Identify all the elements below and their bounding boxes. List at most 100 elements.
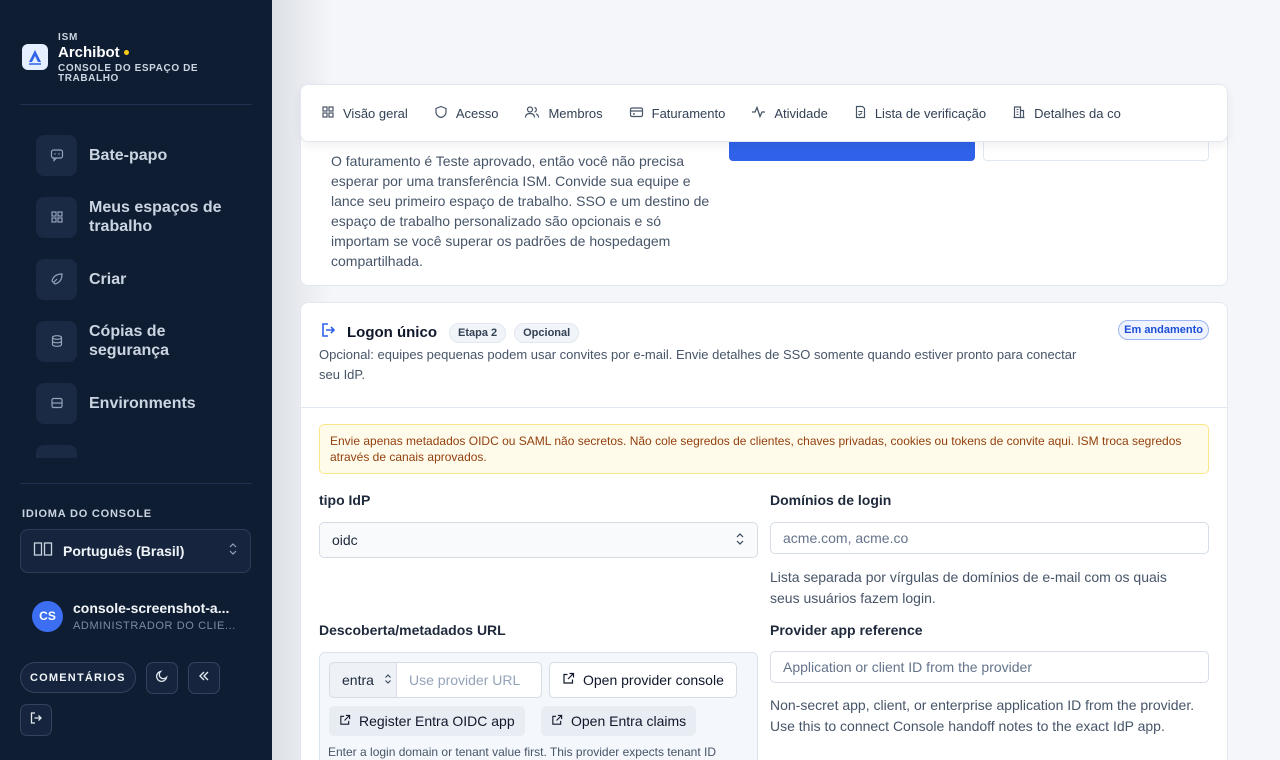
- sidebar-nav: Bate-papo Meus espaços de trabalho Criar…: [20, 124, 252, 458]
- discovery-url-input[interactable]: Use provider URL: [396, 662, 542, 698]
- tab-label: Detalhes da co: [1034, 105, 1121, 121]
- brand-eyebrow: ISM: [58, 32, 79, 43]
- external-link-icon: [562, 672, 575, 688]
- button-label: Open provider console: [583, 672, 724, 688]
- server-icon: [36, 382, 77, 424]
- credit-card-icon: [629, 105, 644, 122]
- discovery-url-group: entra Use provider URL Open provider con…: [319, 652, 758, 760]
- status-dot-icon: [123, 50, 129, 55]
- optional-chip: Opcional: [514, 322, 580, 343]
- tab-checklist[interactable]: Lista de verificação: [854, 105, 986, 122]
- tab-billing[interactable]: Faturamento: [629, 105, 726, 122]
- sso-card: Logon único Etapa 2 Opcional Em andament…: [300, 302, 1228, 760]
- sidebar-divider: [20, 104, 252, 105]
- tab-overview[interactable]: Visão geral: [321, 105, 408, 122]
- sidebar-item-label: Criar: [89, 270, 127, 288]
- login-domains-help: Lista separada por vírgulas de domínios …: [770, 569, 1167, 606]
- archibot-logo-icon: [22, 44, 48, 70]
- login-domains-label: Domínios de login: [770, 492, 892, 508]
- tab-activity[interactable]: Atividade: [751, 105, 828, 122]
- open-provider-console-button[interactable]: Open provider console: [549, 662, 737, 698]
- feedback-button[interactable]: COMENTÁRIOS: [20, 662, 136, 693]
- sidebar-item-chat[interactable]: Bate-papo: [20, 124, 252, 186]
- status-badge: Em andamento: [1118, 320, 1209, 340]
- provider-app-label: Provider app reference: [770, 622, 923, 638]
- more-icon: [36, 444, 77, 458]
- sidebar-item-label: Bate-papo: [89, 146, 168, 164]
- overview-icon: [321, 105, 335, 122]
- chevrons-left-icon: [197, 669, 211, 688]
- sidebar-item-label: Cópias de segurança: [89, 323, 170, 359]
- tab-label: Lista de verificação: [874, 105, 987, 121]
- logout-button[interactable]: [20, 704, 52, 736]
- tab-access[interactable]: Acesso: [434, 105, 499, 122]
- language-select[interactable]: Português (Brasil): [20, 529, 251, 573]
- button-label: Open Entra claims: [571, 713, 687, 729]
- language-value: Português (Brasil): [63, 543, 185, 559]
- brand-name: Archibot: [58, 44, 120, 61]
- grid-icon: [36, 196, 77, 238]
- chat-icon: [36, 134, 77, 176]
- collapse-sidebar-button[interactable]: [187, 662, 220, 694]
- sidebar-item-environments[interactable]: Environments: [20, 372, 252, 434]
- provider-select[interactable]: entra: [329, 662, 397, 698]
- sidebar-item-label: Meus espaços de trabalho: [89, 199, 222, 235]
- discovery-url-label: Descoberta/metadados URL: [319, 622, 506, 638]
- idp-type-select[interactable]: oidc: [319, 522, 758, 558]
- users-icon: [524, 105, 540, 122]
- chevron-updown-icon: [735, 532, 745, 549]
- provider-app-input[interactable]: Application or client ID from the provid…: [770, 651, 1209, 683]
- sidebar: ISM Archibot CONSOLE DO ESPAÇO DE TRABAL…: [0, 0, 272, 760]
- open-entra-claims-button[interactable]: Open Entra claims: [541, 706, 697, 736]
- language-title: IDIOMA DO CONSOLE: [22, 508, 152, 520]
- tab-label: Membros: [548, 105, 603, 121]
- shield-icon: [434, 105, 448, 122]
- checklist-icon: [854, 105, 867, 122]
- sso-description: Opcional: equipes pequenas podem usar co…: [319, 347, 1077, 382]
- main-content: O faturamento é Teste aprovado, então vo…: [272, 0, 1280, 760]
- sso-icon: [319, 321, 337, 344]
- external-link-icon: [339, 713, 351, 729]
- idp-type-value: oidc: [332, 532, 358, 548]
- external-link-icon: [551, 713, 563, 729]
- user-role: ADMINISTRADOR DO CLIE...: [73, 620, 236, 632]
- sidebar-item-workspaces[interactable]: Meus espaços de trabalho: [20, 186, 252, 248]
- secondary-action-button[interactable]: [983, 139, 1209, 161]
- avatar: CS: [32, 600, 63, 632]
- idp-type-label: tipo IdP: [319, 492, 371, 508]
- chevron-updown-icon: [384, 672, 392, 688]
- secrets-warning: Envie apenas metadados OIDC ou SAML não …: [319, 424, 1209, 474]
- chevron-updown-icon: [228, 542, 238, 561]
- user-name: console-screenshot-a...: [73, 600, 230, 616]
- sidebar-item-create[interactable]: Criar: [20, 248, 252, 310]
- tab-members[interactable]: Membros: [524, 105, 603, 122]
- primary-action-button[interactable]: [729, 139, 975, 161]
- tab-company-details[interactable]: Detalhes da co: [1012, 105, 1121, 122]
- sidebar-item-more[interactable]: [20, 434, 252, 458]
- tab-label: Visão geral: [343, 105, 408, 121]
- brand[interactable]: ISM Archibot CONSOLE DO ESPAÇO DE TRABAL…: [22, 32, 208, 84]
- tab-label: Faturamento: [651, 105, 726, 121]
- logout-icon: [29, 711, 43, 730]
- sidebar-item-backups[interactable]: Cópias de segurança: [20, 310, 252, 372]
- discovery-hint: Enter a login domain or tenant value fir…: [328, 745, 716, 759]
- provider-value: entra: [342, 672, 374, 688]
- register-entra-app-button[interactable]: Register Entra OIDC app: [329, 706, 525, 736]
- theme-toggle-button[interactable]: [145, 662, 178, 694]
- billing-card: O faturamento é Teste aprovado, então vo…: [300, 120, 1228, 286]
- sidebar-footer: COMENTÁRIOS: [20, 662, 220, 694]
- moon-icon: [155, 669, 169, 688]
- database-icon: [36, 320, 77, 362]
- user-profile[interactable]: CS console-screenshot-a... ADMINISTRADOR…: [32, 600, 239, 632]
- sidebar-item-label: Environments: [89, 394, 196, 412]
- building-icon: [1012, 105, 1026, 122]
- sso-title: Logon único: [347, 324, 437, 341]
- button-label: Register Entra OIDC app: [359, 713, 515, 729]
- tab-label: Atividade: [774, 105, 828, 121]
- workspace-tabs: Visão geral Acesso Membros Faturamento A…: [300, 84, 1228, 142]
- sidebar-divider: [20, 483, 252, 484]
- book-icon: [33, 541, 53, 562]
- tab-label: Acesso: [455, 105, 499, 121]
- login-domains-input[interactable]: acme.com, acme.co: [770, 522, 1209, 554]
- billing-card-text: O faturamento é Teste aprovado, então vo…: [331, 153, 710, 269]
